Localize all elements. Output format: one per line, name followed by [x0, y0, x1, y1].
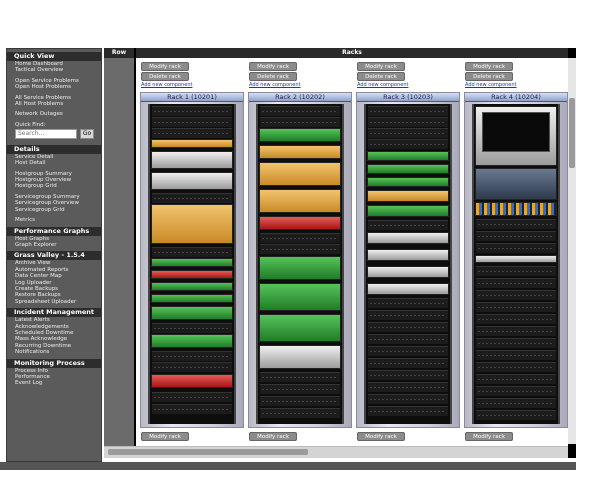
rack-device-green[interactable] — [259, 256, 341, 280]
rack-device-silver[interactable] — [367, 232, 449, 244]
nav-link-spreadsheet-uploader[interactable]: Spreadsheet Uploader — [7, 299, 101, 305]
delete-rack-button[interactable]: Delete rack — [465, 72, 513, 81]
rack-device-orange[interactable] — [259, 162, 341, 186]
rack-view-panel: Row Racks Modify rack Delete rack Add ne… — [104, 48, 576, 458]
rack-device-silver[interactable] — [367, 249, 449, 261]
modify-rack-button[interactable]: Modify rack — [249, 432, 297, 441]
rack-body — [256, 104, 344, 424]
nav-link-network-outages[interactable]: Network Outages — [7, 111, 101, 117]
add-new-component-link[interactable]: Add new component — [140, 82, 244, 88]
rack-device-red[interactable] — [259, 216, 341, 230]
rack-device-silver[interactable] — [475, 255, 557, 263]
row-header: Row — [104, 48, 134, 58]
rack-device-silver[interactable] — [367, 283, 449, 295]
rack-device-red[interactable] — [151, 270, 233, 279]
router-panel-device[interactable] — [475, 202, 557, 216]
rack-device-green[interactable] — [151, 282, 233, 291]
control-panel-device[interactable] — [475, 168, 557, 200]
rack-device-green[interactable] — [151, 294, 233, 303]
rack-4[interactable]: Rack 4 (10204) — [464, 92, 568, 428]
rack-device-orange[interactable] — [259, 189, 341, 213]
rack-device-green[interactable] — [151, 334, 233, 348]
rack-device-green[interactable] — [151, 306, 233, 320]
section-header-performance-graphs: Performance Graphs — [7, 226, 101, 236]
rack-device-green[interactable] — [367, 151, 449, 161]
modify-rack-button[interactable]: Modify rack — [141, 62, 189, 71]
monitor-device[interactable] — [475, 106, 557, 166]
rack-column-3: Modify rack Delete rack Add new componen… — [356, 62, 460, 88]
rack-device-green[interactable] — [367, 205, 449, 217]
rack-body — [472, 104, 560, 424]
racks-area: Racks Modify rack Delete rack Add new co… — [136, 48, 568, 458]
rack-device-green[interactable] — [259, 128, 341, 142]
rack-body — [364, 104, 452, 424]
rack-column-2: Modify rack Delete rack Add new componen… — [248, 62, 352, 88]
section-header-details: Details — [7, 144, 101, 154]
racks-header: Racks — [136, 48, 568, 58]
section-header-incident-management: Incident Management — [7, 308, 101, 318]
navigation-sidebar: Quick View Home Dashboard Tactical Overv… — [6, 48, 102, 462]
rack-device-silver[interactable] — [367, 266, 449, 278]
quick-find-label: Quick Find: — [15, 121, 46, 128]
vertical-scrollbar[interactable] — [568, 58, 576, 444]
rack-device-green[interactable] — [367, 164, 449, 174]
rack-title: Rack 3 (10203) — [357, 93, 459, 102]
rack-title: Rack 1 (10201) — [141, 93, 243, 102]
delete-rack-button[interactable]: Delete rack — [249, 72, 297, 81]
add-new-component-link[interactable]: Add new component — [464, 82, 568, 88]
nav-link-graph-explorer[interactable]: Graph Explorer — [7, 242, 101, 248]
rack-title: Rack 4 (10204) — [465, 93, 567, 102]
modify-rack-button[interactable]: Modify rack — [357, 432, 405, 441]
rack-device-silver[interactable] — [259, 345, 341, 369]
row-column: Row — [104, 48, 134, 458]
rack-device-green[interactable] — [259, 314, 341, 342]
quick-find-search-input[interactable] — [15, 128, 77, 139]
rack-device-silver[interactable] — [151, 151, 233, 169]
rack-column-1: Modify rack Delete rack Add new componen… — [140, 62, 244, 88]
add-new-component-link[interactable]: Add new component — [356, 82, 460, 88]
rack-column-4: Modify rack Delete rack Add new componen… — [464, 62, 568, 88]
delete-rack-button[interactable]: Delete rack — [357, 72, 405, 81]
rack-device-orange[interactable] — [151, 139, 233, 148]
rack-1[interactable]: Rack 1 (10201) — [140, 92, 244, 428]
rack-device-green[interactable] — [367, 177, 449, 187]
section-header-grass-valley: Grass Valley - 1.5.4 — [7, 251, 101, 261]
rack-3[interactable]: Rack 3 (10203) — [356, 92, 460, 428]
rack-device-orange[interactable] — [259, 145, 341, 159]
quick-find-form: Go — [7, 128, 101, 139]
nav-link-metrics[interactable]: Metrics — [7, 217, 101, 223]
rack-device-orange[interactable] — [367, 190, 449, 202]
modify-rack-button[interactable]: Modify rack — [465, 432, 513, 441]
modify-rack-button[interactable]: Modify rack — [465, 62, 513, 71]
nav-link-event-log[interactable]: Event Log — [7, 380, 101, 386]
modify-rack-button[interactable]: Modify rack — [357, 62, 405, 71]
rack-title: Rack 2 (10202) — [249, 93, 351, 102]
rack-device-green[interactable] — [259, 283, 341, 311]
horizontal-scrollbar[interactable] — [104, 446, 568, 458]
footer-bar — [0, 462, 576, 470]
modify-rack-button[interactable]: Modify rack — [141, 432, 189, 441]
rack-2[interactable]: Rack 2 (10202) — [248, 92, 352, 428]
section-header-monitoring-process: Monitoring Process — [7, 358, 101, 368]
rack-device-silver[interactable] — [151, 172, 233, 190]
add-new-component-link[interactable]: Add new component — [248, 82, 352, 88]
rack-body — [148, 104, 236, 424]
section-header-quick-view: Quick View — [7, 52, 101, 61]
go-button[interactable]: Go — [80, 128, 94, 139]
rack-device-orange[interactable] — [151, 204, 233, 244]
rack-device-red[interactable] — [151, 374, 233, 388]
modify-rack-button[interactable]: Modify rack — [249, 62, 297, 71]
delete-rack-button[interactable]: Delete rack — [141, 72, 189, 81]
nav-link-notifications[interactable]: Notifications — [7, 349, 101, 355]
rack-device-green[interactable] — [151, 258, 233, 267]
